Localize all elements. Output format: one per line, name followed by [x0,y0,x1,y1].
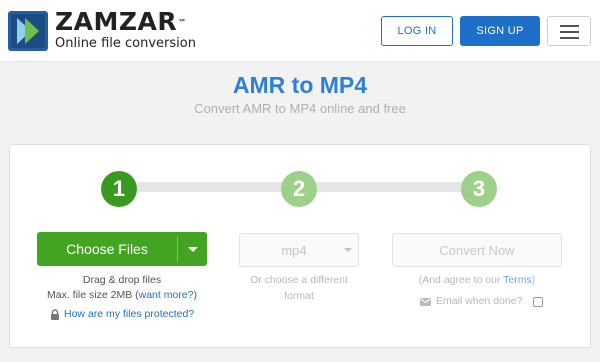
menu-bar [560,25,579,27]
lock-icon [51,309,59,320]
email-when-done-label: Email when done? [436,295,523,307]
format-hint-cont: format [284,290,314,302]
chevron-down-icon [344,248,352,252]
brand-text: ZAMZAR [55,7,178,36]
envelope-icon [420,297,431,306]
step-2-indicator: 2 [281,171,317,207]
chevron-down-icon [187,246,198,252]
format-select[interactable]: mp4 [239,233,359,267]
step-3-indicator: 3 [461,171,497,207]
files-protected-link[interactable]: How are my files protected? [50,307,194,322]
max-size-suffix: ) [193,289,197,301]
choose-files-label[interactable]: Choose Files [37,232,177,266]
login-button[interactable]: LOG IN [381,16,453,46]
agree-prefix: (And agree to our [418,274,504,286]
files-protected-text[interactable]: How are my files protected? [64,307,194,322]
progress-track-2-3 [317,182,463,192]
max-file-size: Max. file size 2MB (want more?) [37,288,207,303]
terms-agreement: (And agree to our Terms) [392,273,562,288]
step-1-indicator: 1 [101,171,137,207]
brand-tagline: Online file conversion [55,36,196,51]
format-hint: Or choose a different [250,274,348,286]
site-header: ZAMZAR™ Online file conversion LOG IN SI… [0,0,600,62]
agree-suffix: ) [531,274,536,286]
menu-bar [560,31,579,33]
hamburger-icon[interactable] [547,16,591,46]
zamzar-logo-icon[interactable] [8,11,48,51]
menu-bar [560,37,579,39]
choose-files-dropdown[interactable] [178,232,207,266]
page-title: AMR to MP4 [232,72,368,98]
choose-files-button[interactable]: Choose Files [37,232,207,266]
want-more-link[interactable]: want more? [139,289,194,301]
signup-button[interactable]: SIGN UP [460,16,540,46]
convert-now-button[interactable]: Convert Now [392,233,562,267]
trademark: ™ [178,18,187,27]
email-when-done-checkbox[interactable] [533,296,544,307]
format-selected-value[interactable]: mp4 [240,234,348,266]
terms-link[interactable]: Terms [503,274,532,286]
page-subtitle: Convert AMR to MP4 online and free [194,101,406,116]
email-when-done: Email when done? [420,294,544,309]
progress-track-1-2 [137,182,283,192]
brand-name[interactable]: ZAMZAR™ [55,9,186,35]
drag-drop-hint: Drag & drop files [82,274,162,286]
max-size-prefix: Max. file size 2MB ( [47,289,139,301]
